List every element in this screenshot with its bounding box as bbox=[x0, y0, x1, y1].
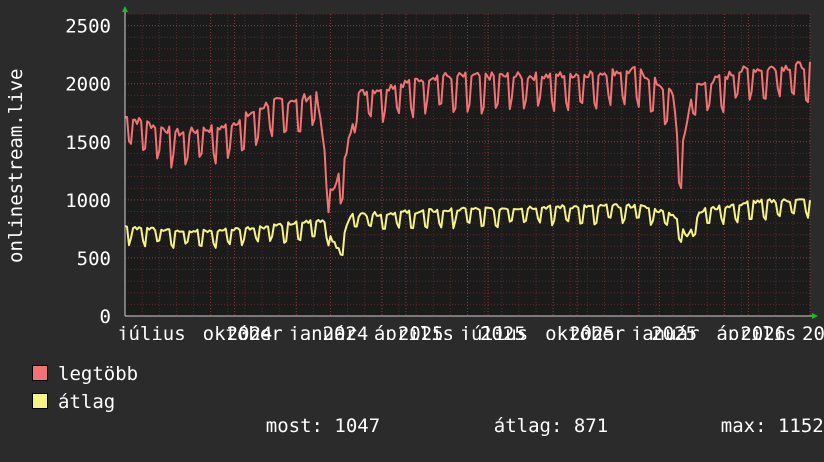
y-tick-label: 500 bbox=[77, 248, 111, 270]
chart-root: 0 500 1000 1500 2000 2500 július október 2024 jan… bbox=[0, 0, 824, 437]
y-axis-label: onlinestream.live bbox=[5, 68, 27, 264]
stat-now-label: most: bbox=[265, 415, 323, 437]
y-tick-label: 0 bbox=[100, 306, 111, 328]
x-tick-label: július bbox=[117, 323, 186, 340]
x-axis-arrow bbox=[812, 313, 818, 319]
y-tick-label: 2500 bbox=[65, 16, 111, 38]
stat-now-value: 1047 bbox=[334, 415, 381, 437]
x-tick-label: 2025 bbox=[569, 323, 615, 340]
legend-max-swatch bbox=[32, 365, 48, 381]
stat-max: max: 1152 bbox=[675, 390, 824, 462]
x-tick-label: 2025 bbox=[651, 323, 697, 340]
chart-svg: 05001000150020002500július október2024 jan… bbox=[65, 6, 824, 340]
x-tick-label: 2025 bbox=[398, 323, 444, 340]
y-tick-label: 1500 bbox=[65, 132, 111, 154]
y-axis-arrow bbox=[122, 6, 128, 12]
x-tick-label: 2026 bbox=[740, 323, 786, 340]
x-tick-label: 2025 bbox=[480, 323, 526, 340]
x-tick-label: 2024 bbox=[227, 323, 273, 340]
legend-avg-label: átlag bbox=[58, 391, 116, 413]
stat-avg-label: átlag: bbox=[493, 415, 563, 437]
legend-avg-swatch bbox=[32, 393, 48, 409]
stat-now: most: 1047 bbox=[220, 390, 380, 462]
y-tick-label: 2000 bbox=[65, 74, 111, 96]
x-tick-label: 2024 bbox=[323, 323, 369, 340]
legend-avg: átlag bbox=[32, 390, 115, 414]
stat-max-label: max: bbox=[720, 415, 767, 437]
y-tick-label: 1000 bbox=[65, 190, 111, 212]
stat-max-value: 1152 bbox=[777, 415, 824, 437]
legend-max-label: legtöbb bbox=[58, 363, 139, 385]
legend-max: legtöbb bbox=[32, 362, 138, 386]
stat-avg: átlag: 871 bbox=[448, 390, 608, 462]
stat-avg-value: 871 bbox=[573, 415, 609, 437]
x-tick-label: 2026 bbox=[802, 323, 824, 340]
